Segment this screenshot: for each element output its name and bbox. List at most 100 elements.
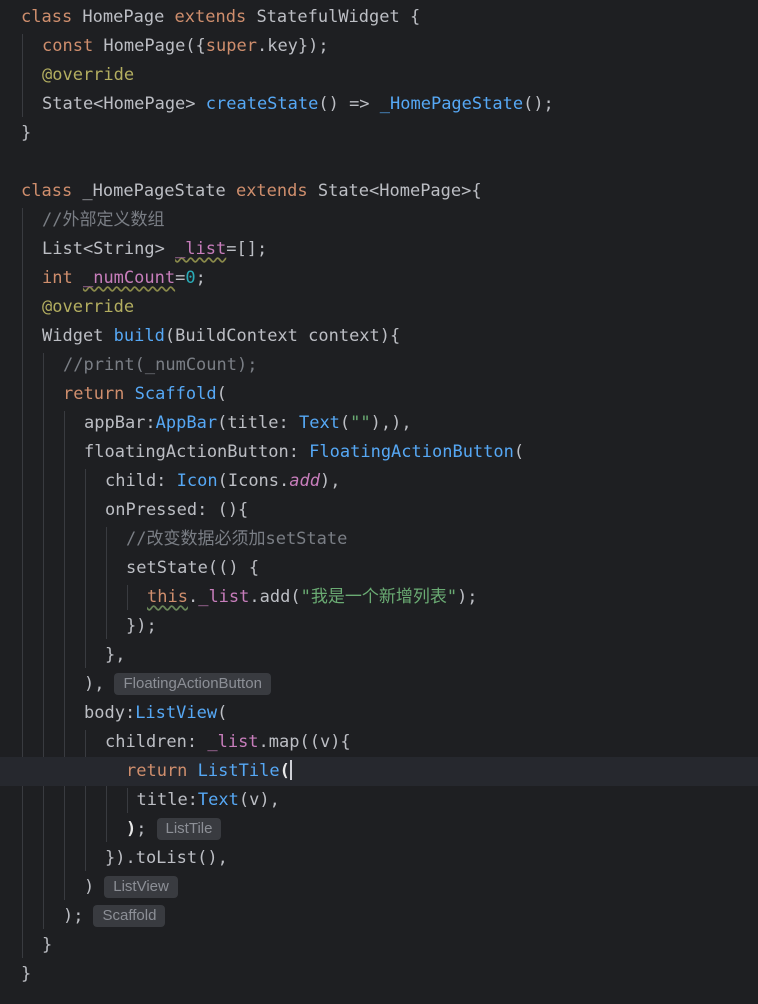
code-line[interactable]: ) ListView: [0, 873, 758, 902]
code-line[interactable]: onPressed: (){: [0, 496, 758, 525]
code-line[interactable]: class HomePage extends StatefulWidget {: [0, 3, 758, 32]
code-token: "": [350, 413, 371, 433]
code-line-content: //外部定义数组: [42, 206, 164, 235]
code-token: _list: [207, 732, 259, 752]
code-line-content: Widget build(BuildContext context){: [42, 322, 400, 351]
code-line[interactable]: this._list.add("我是一个新增列表");: [0, 583, 758, 612]
code-line[interactable]: Widget build(BuildContext context){: [0, 322, 758, 351]
code-token: return: [126, 761, 188, 781]
code-editor[interactable]: class HomePage extends StatefulWidget {c…: [0, 0, 758, 1004]
code-line-content: ), FloatingActionButton: [84, 670, 271, 699]
code-line[interactable]: },: [0, 641, 758, 670]
code-line[interactable]: const HomePage({super.key});: [0, 32, 758, 61]
code-line[interactable]: return ListTile(: [0, 757, 758, 786]
code-line-content: class HomePage extends StatefulWidget {: [21, 3, 420, 32]
code-line[interactable]: @override: [0, 61, 758, 90]
code-line-content: },: [105, 641, 125, 670]
code-line[interactable]: @override: [0, 293, 758, 322]
code-token: children:: [105, 732, 208, 752]
code-token: class: [21, 7, 73, 27]
code-line[interactable]: int _numCount=0;: [0, 264, 758, 293]
code-line[interactable]: children: _list.map((v){: [0, 728, 758, 757]
code-line[interactable]: }).toList(),: [0, 844, 758, 873]
code-token: }: [21, 123, 32, 143]
code-line[interactable]: body:ListView(: [0, 699, 758, 728]
code-line[interactable]: List<String> _list=[];: [0, 235, 758, 264]
code-token: ),: [84, 674, 105, 694]
code-line[interactable]: }: [0, 931, 758, 960]
code-line[interactable]: //print(_numCount);: [0, 351, 758, 380]
code-token: build: [113, 326, 165, 346]
code-line[interactable]: }: [0, 960, 758, 989]
code-line-content: }: [21, 960, 31, 989]
code-token: ;: [136, 819, 147, 839]
code-token: ): [126, 819, 137, 839]
code-token: .map((v){: [258, 732, 351, 752]
code-line[interactable]: ); Scaffold: [0, 902, 758, 931]
code-token: (: [513, 442, 525, 462]
code-line[interactable]: appBar:AppBar(title: Text(""),),: [0, 409, 758, 438]
code-line-content: setState(() {: [126, 554, 259, 583]
code-token: (BuildContext context){: [164, 326, 401, 346]
code-line[interactable]: [0, 148, 758, 177]
closing-label-hint: ListTile: [156, 818, 222, 840]
code-line[interactable]: floatingActionButton: FloatingActionButt…: [0, 438, 758, 467]
code-token: child:: [105, 471, 177, 491]
code-token: ();: [523, 94, 554, 114]
code-line-content: });: [126, 612, 157, 641]
code-token: const: [42, 36, 94, 56]
code-token: onPressed: (){: [105, 500, 249, 520]
code-line-content: return Scaffold(: [63, 380, 227, 409]
code-line-content: List<String> _list=[];: [42, 235, 267, 264]
code-token: (v),: [238, 790, 280, 810]
code-line[interactable]: }: [0, 119, 758, 148]
code-line[interactable]: return Scaffold(: [0, 380, 758, 409]
code-token: _HomePageState: [72, 181, 236, 201]
code-token: ): [84, 877, 95, 897]
code-token: }: [42, 935, 53, 955]
code-token: FloatingActionButton: [309, 442, 514, 462]
code-line[interactable]: class _HomePageState extends State<HomeP…: [0, 177, 758, 206]
code-token: List<String>: [42, 239, 176, 259]
code-token: ),),: [370, 413, 412, 433]
code-token: .key});: [256, 36, 329, 56]
code-token: (title:: [217, 413, 299, 433]
code-token: Scaffold: [134, 384, 217, 404]
code-token: () =>: [318, 94, 380, 114]
code-token: },: [105, 645, 126, 665]
code-line[interactable]: ), FloatingActionButton: [0, 670, 758, 699]
code-line[interactable]: child: Icon(Icons.add),: [0, 467, 758, 496]
code-token: .add(: [249, 587, 301, 607]
code-line-content: State<HomePage> createState() => _HomePa…: [42, 90, 554, 119]
code-token: AppBar: [155, 413, 218, 433]
code-token: _HomePageState: [379, 94, 524, 114]
code-token: _list: [175, 239, 227, 259]
code-token: HomePage: [72, 7, 175, 27]
code-token: State<HomePage>: [42, 94, 206, 114]
code-token: Text: [298, 413, 340, 433]
closing-label-hint: FloatingActionButton: [114, 673, 271, 695]
code-token: (: [216, 384, 227, 404]
code-line[interactable]: ); ListTile: [0, 815, 758, 844]
code-line-content: ) ListView: [84, 873, 178, 902]
code-line-content: this._list.add("我是一个新增列表");: [147, 583, 478, 612]
code-token: title:: [136, 790, 198, 810]
code-token: .: [187, 587, 199, 607]
code-line[interactable]: //改变数据必须加setState: [0, 525, 758, 554]
code-token: );: [457, 587, 478, 607]
code-token: _list: [198, 587, 250, 607]
code-token: Widget: [42, 326, 114, 346]
code-line[interactable]: State<HomePage> createState() => _HomePa…: [0, 90, 758, 119]
code-token: _numCount: [82, 268, 176, 288]
code-token: (: [339, 413, 351, 433]
code-line[interactable]: });: [0, 612, 758, 641]
code-line-content: @override: [42, 61, 134, 90]
code-token: //print(_numCount);: [63, 355, 258, 375]
code-line[interactable]: setState(() {: [0, 554, 758, 583]
code-line[interactable]: title:Text(v),: [0, 786, 758, 815]
code-token: return: [63, 384, 125, 404]
code-line[interactable]: //外部定义数组: [0, 206, 758, 235]
code-token: =: [175, 268, 186, 288]
